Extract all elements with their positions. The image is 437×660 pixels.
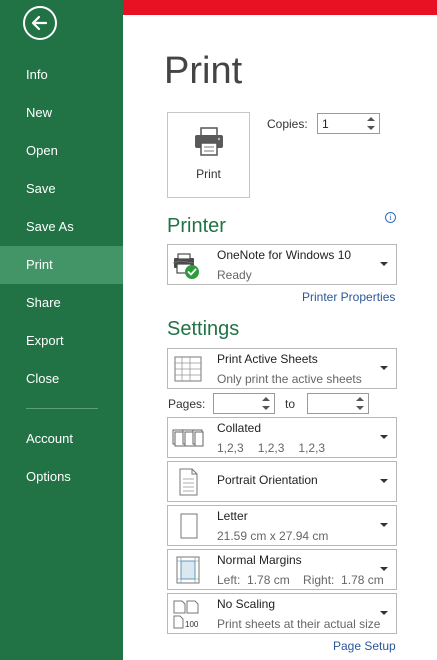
nav-item-print[interactable]: Print — [0, 246, 123, 284]
page-setup-link[interactable]: Page Setup — [333, 639, 396, 653]
print-what-title: Print Active Sheets — [217, 352, 318, 366]
collation-set: 1,2,3 — [257, 441, 285, 455]
collation-sequence: 1,2,3 1,2,3 1,2,3 — [217, 441, 339, 455]
nav-item-open[interactable]: Open — [0, 132, 123, 170]
print-what-dropdown[interactable]: Print Active Sheets Only print the activ… — [167, 348, 397, 389]
spin-down-icon[interactable] — [367, 126, 375, 130]
nav-item-new[interactable]: New — [0, 94, 123, 132]
copies-stepper[interactable] — [317, 113, 380, 134]
settings-heading: Settings — [167, 318, 240, 340]
copies-label: Copies: — [267, 117, 308, 131]
pages-from-stepper[interactable] — [213, 393, 275, 414]
nav-item-export[interactable]: Export — [0, 322, 123, 360]
nav-item-close[interactable]: Close — [0, 360, 123, 398]
pages-to-label: to — [285, 397, 296, 411]
nav-item-account[interactable]: Account — [0, 420, 123, 458]
chevron-down-icon — [380, 366, 388, 370]
scaling-title: No Scaling — [217, 597, 276, 611]
chevron-down-icon — [380, 523, 388, 527]
print-button[interactable]: Print — [167, 112, 250, 198]
spin-down-icon[interactable] — [262, 406, 270, 410]
orientation-title: Portrait Orientation — [217, 473, 318, 487]
orientation-dropdown[interactable]: Portrait Orientation — [167, 461, 397, 502]
paper-size-dimensions: 21.59 cm x 27.94 cm — [217, 529, 329, 543]
print-what-subtitle: Only print the active sheets — [217, 372, 362, 386]
printer-properties-link[interactable]: Printer Properties — [302, 290, 395, 304]
spin-up-icon[interactable] — [367, 117, 375, 121]
pages-label: Pages: — [168, 397, 206, 411]
scaling-icon: 100 — [173, 600, 199, 629]
nav-item-save-as[interactable]: Save As — [0, 208, 123, 246]
scaling-subtitle: Print sheets at their actual size — [217, 617, 381, 631]
spin-up-icon[interactable] — [262, 397, 270, 401]
chevron-down-icon — [380, 479, 388, 483]
margins-values: Left: 1.78 cm Right: 1.78 cm — [217, 573, 384, 587]
nav-item-save[interactable]: Save — [0, 170, 123, 208]
printer-dropdown[interactable]: OneNote for Windows 10 Ready — [167, 244, 397, 285]
back-button[interactable] — [23, 6, 57, 40]
svg-text:100: 100 — [185, 620, 199, 629]
portrait-page-icon — [179, 468, 198, 496]
paper-size-title: Letter — [217, 509, 248, 523]
paper-size-icon — [180, 513, 198, 539]
nav-item-info[interactable]: Info — [0, 56, 123, 94]
collation-set: 1,2,3 — [217, 441, 244, 455]
title-accent-bar — [123, 0, 437, 15]
margins-icon — [176, 556, 200, 584]
spin-up-icon[interactable] — [356, 397, 364, 401]
collation-set: 1,2,3 — [298, 441, 326, 455]
page-title: Print — [164, 50, 243, 92]
sheet-grid-icon — [174, 356, 202, 382]
printer-status: Ready — [217, 268, 252, 282]
chevron-down-icon — [380, 611, 388, 615]
printer-icon — [195, 127, 223, 156]
collation-title: Collated — [217, 421, 262, 435]
pages-from-spin-arrows[interactable] — [261, 395, 272, 413]
scaling-dropdown[interactable]: 100 No Scaling Print sheets at their act… — [167, 593, 397, 634]
nav-item-options[interactable]: Options — [0, 458, 123, 496]
printer-ready-icon — [172, 253, 199, 279]
pages-to-stepper[interactable] — [307, 393, 369, 414]
paper-size-dropdown[interactable]: Letter 21.59 cm x 27.94 cm — [167, 505, 397, 546]
nav-item-share[interactable]: Share — [0, 284, 123, 322]
collated-pages-icon — [172, 429, 204, 447]
margins-dropdown[interactable]: Normal Margins Left: 1.78 cm Right: 1.78… — [167, 549, 397, 590]
chevron-down-icon — [380, 435, 388, 439]
collation-dropdown[interactable]: Collated 1,2,3 1,2,3 1,2,3 — [167, 417, 397, 458]
nav-divider — [26, 408, 98, 409]
print-button-label: Print — [196, 167, 221, 181]
copies-spin-arrows[interactable] — [366, 115, 377, 133]
chevron-down-icon — [380, 567, 388, 571]
backstage-sidebar: Info New Open Save Save As Print Share E… — [0, 0, 123, 660]
margins-title: Normal Margins — [217, 553, 302, 567]
arrow-left-icon — [31, 15, 48, 31]
spin-down-icon[interactable] — [356, 406, 364, 410]
printer-name: OneNote for Windows 10 — [217, 248, 352, 262]
info-icon[interactable]: i — [385, 212, 396, 223]
printer-heading: Printer — [167, 215, 226, 237]
pages-to-spin-arrows[interactable] — [355, 395, 366, 413]
chevron-down-icon — [380, 262, 388, 266]
